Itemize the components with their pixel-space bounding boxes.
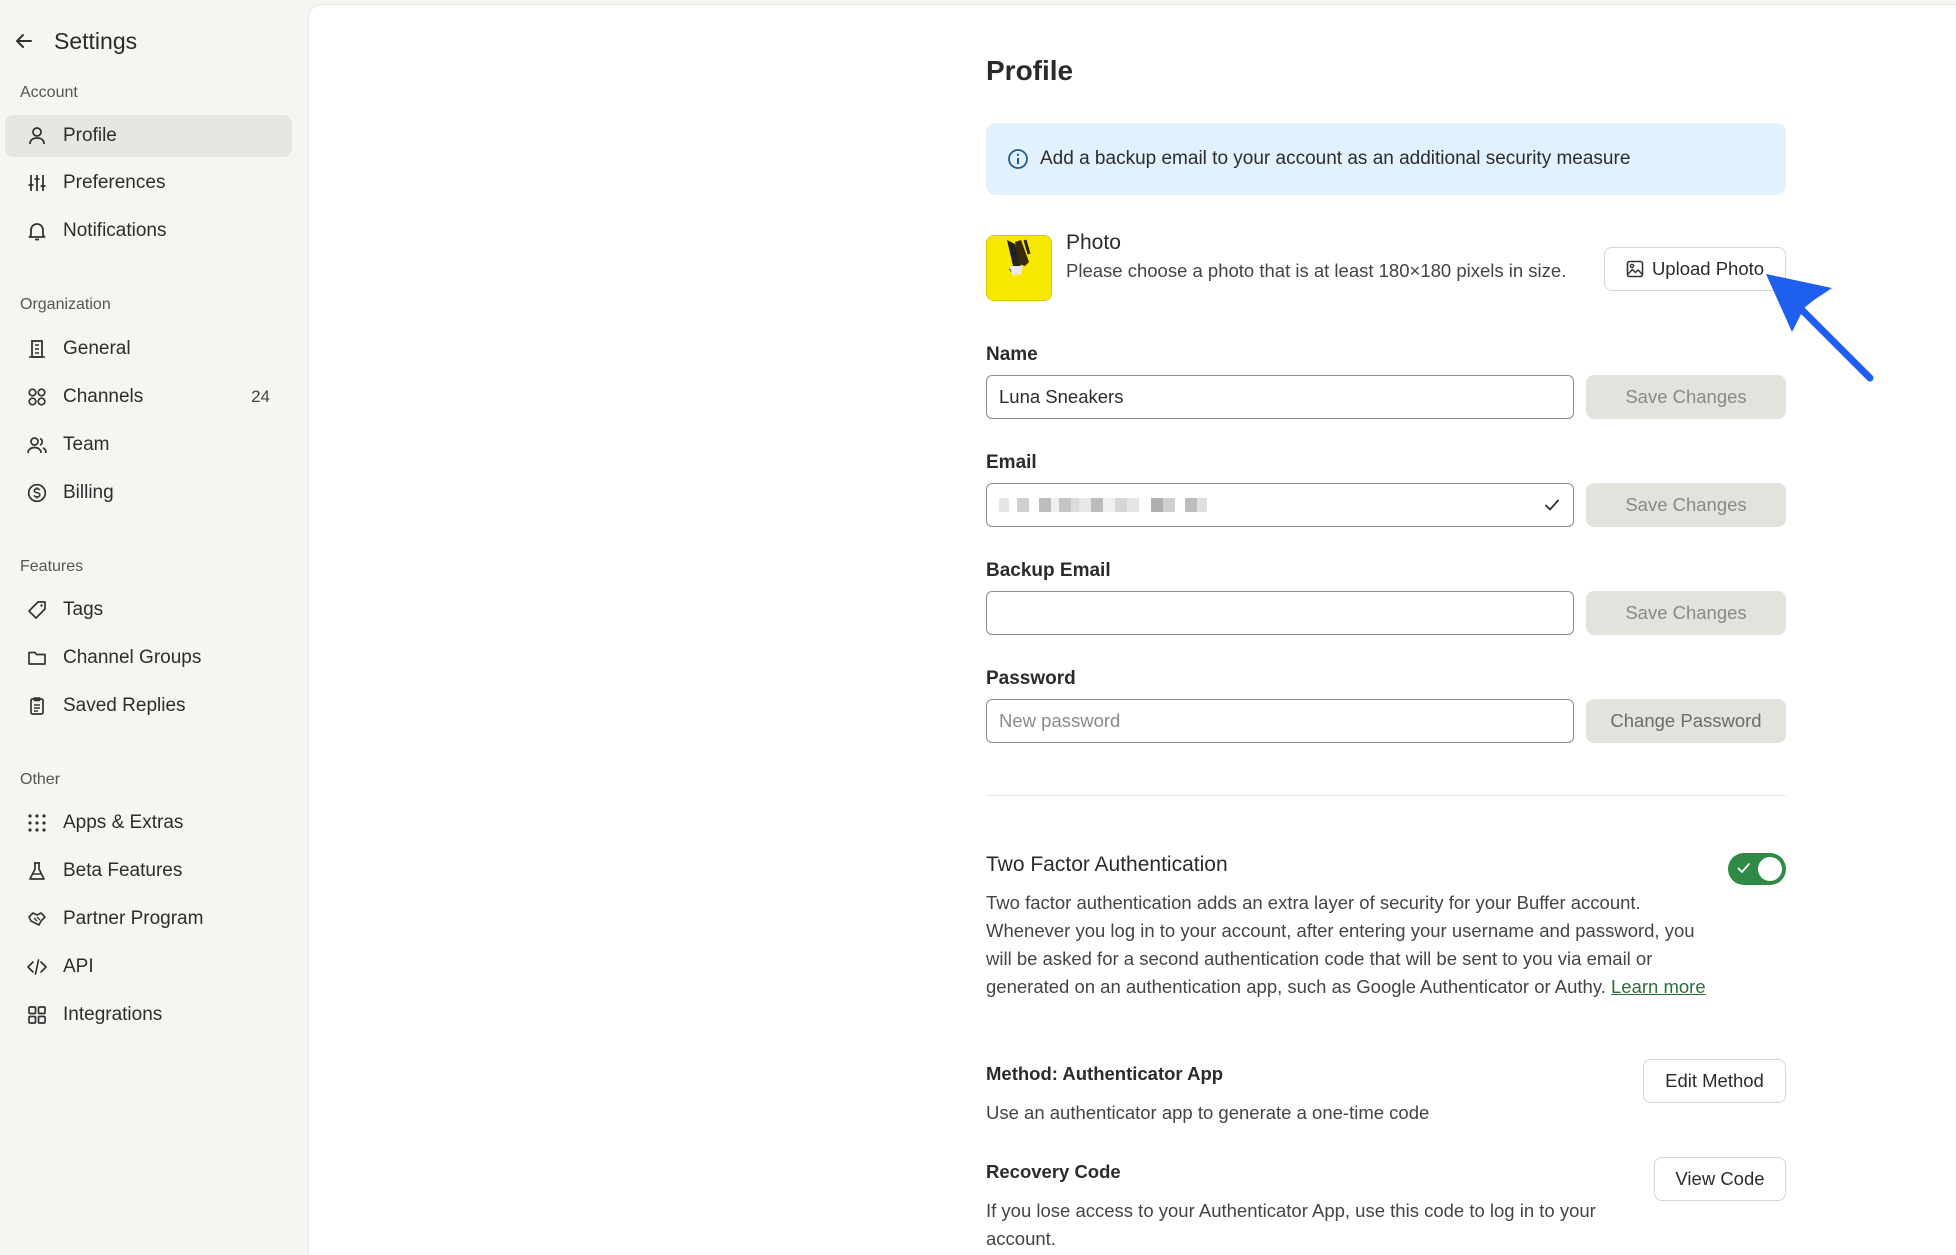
image-icon (1626, 260, 1644, 278)
two-factor-toggle[interactable] (1728, 853, 1786, 885)
method-description: Use an authenticator app to generate a o… (986, 1102, 1430, 1123)
sidebar-item-label: Preferences (63, 172, 166, 193)
sidebar-item-label: Tags (63, 599, 104, 620)
sidebar-item-profile[interactable]: Profile (5, 115, 292, 157)
tag-icon (25, 598, 49, 622)
sidebar-item-label: Channels (63, 386, 144, 407)
toggle-knob (1758, 857, 1782, 881)
email-input[interactable] (986, 483, 1574, 527)
password-input[interactable]: New password (986, 699, 1574, 743)
save-backup-email-button[interactable]: Save Changes (1586, 591, 1786, 635)
password-placeholder: New password (999, 710, 1121, 731)
sidebar-item-label: Channel Groups (63, 647, 202, 668)
sidebar-item-general[interactable]: General (5, 328, 292, 370)
edit-method-button[interactable]: Edit Method (1643, 1059, 1786, 1103)
sidebar-item-partner-program[interactable]: Partner Program (5, 898, 292, 940)
user-icon (25, 124, 49, 148)
section-divider (986, 795, 1786, 796)
sidebar-item-channels[interactable]: Channels 24 (5, 376, 292, 418)
view-code-button[interactable]: View Code (1654, 1157, 1786, 1201)
recovery-code-description: If you lose access to your Authenticator… (986, 1200, 1596, 1249)
change-password-button[interactable]: Change Password (1586, 699, 1786, 743)
info-icon (1006, 147, 1030, 171)
sidebar-title: Settings (54, 27, 138, 54)
dollar-icon (25, 481, 49, 505)
check-icon (1736, 860, 1752, 876)
section-account: Account (20, 84, 78, 101)
building-icon (25, 337, 49, 361)
save-email-button[interactable]: Save Changes (1586, 483, 1786, 527)
folder-icon (25, 646, 49, 670)
back-arrow-icon[interactable] (10, 27, 38, 55)
sidebar-item-channel-groups[interactable]: Channel Groups (5, 637, 292, 679)
apps-icon (25, 1003, 49, 1027)
users-icon (25, 433, 49, 457)
sidebar-item-notifications[interactable]: Notifications (5, 210, 292, 252)
section-organization: Organization (20, 296, 111, 313)
method-title: Method: Authenticator App (986, 1063, 1224, 1084)
sidebar-item-apps-extras[interactable]: Apps & Extras (5, 802, 292, 844)
photo-description: Please choose a photo that is at least 1… (1066, 260, 1567, 281)
clipboard-icon (25, 694, 49, 718)
sidebar-item-label: API (63, 956, 94, 977)
name-label: Name (986, 344, 1038, 365)
backup-email-input[interactable] (986, 591, 1574, 635)
avatar (986, 235, 1052, 301)
channels-count-badge: 24 (251, 387, 270, 406)
upload-photo-label: Upload Photo (1651, 258, 1765, 279)
code-icon (25, 955, 49, 979)
email-label: Email (986, 452, 1037, 473)
name-input[interactable]: Luna Sneakers (986, 375, 1574, 419)
section-features: Features (20, 558, 84, 575)
sliders-icon (25, 171, 49, 195)
sidebar-item-label: Apps & Extras (63, 812, 184, 833)
two-factor-title: Two Factor Authentication (986, 853, 1228, 876)
bell-icon (25, 219, 49, 243)
sidebar-item-label: Beta Features (63, 860, 183, 881)
sidebar-item-integrations[interactable]: Integrations (5, 994, 292, 1036)
sidebar-item-label: Partner Program (63, 908, 204, 929)
sidebar-item-label: General (63, 338, 131, 359)
recovery-code-title: Recovery Code (986, 1161, 1121, 1182)
sidebar-item-label: Billing (63, 482, 114, 503)
sidebar-header: Settings (10, 22, 137, 60)
grid-circles-icon (25, 385, 49, 409)
email-redacted-value (999, 498, 1207, 512)
backup-email-label: Backup Email (986, 560, 1111, 581)
sidebar-item-api[interactable]: API (5, 946, 292, 988)
banner-text: Add a backup email to your account as an… (1040, 148, 1631, 169)
sidebar-item-label: Saved Replies (63, 695, 186, 716)
two-factor-description-text: Two factor authentication adds an extra … (986, 892, 1695, 997)
page-title: Profile (986, 55, 1074, 86)
pointer-arrow-icon (1766, 274, 1874, 382)
name-value: Luna Sneakers (999, 386, 1124, 407)
main-panel: Profile Add a backup email to your accou… (308, 4, 1956, 1255)
sidebar-item-label: Team (63, 434, 110, 455)
photo-title: Photo (1066, 231, 1121, 254)
flask-icon (25, 859, 49, 883)
info-banner: Add a backup email to your account as an… (986, 123, 1786, 195)
sidebar-item-label: Notifications (63, 220, 167, 241)
sidebar-item-team[interactable]: Team (5, 424, 292, 466)
dots-grid-icon (25, 811, 49, 835)
sidebar-item-beta-features[interactable]: Beta Features (5, 850, 292, 892)
sidebar: Settings Account Profile Preferences Not… (0, 0, 308, 1254)
sidebar-item-label: Profile (63, 125, 117, 146)
two-factor-description: Two factor authentication adds an extra … (986, 889, 1716, 1001)
sidebar-item-label: Integrations (63, 1004, 163, 1025)
password-label: Password (986, 668, 1076, 689)
section-other: Other (20, 771, 61, 788)
sidebar-item-saved-replies[interactable]: Saved Replies (5, 685, 292, 727)
sidebar-item-preferences[interactable]: Preferences (5, 162, 292, 204)
handshake-icon (25, 907, 49, 931)
learn-more-link[interactable]: Learn more (1611, 976, 1706, 997)
check-icon (1543, 496, 1561, 514)
sidebar-item-billing[interactable]: Billing (5, 472, 292, 514)
sidebar-item-tags[interactable]: Tags (5, 589, 292, 631)
